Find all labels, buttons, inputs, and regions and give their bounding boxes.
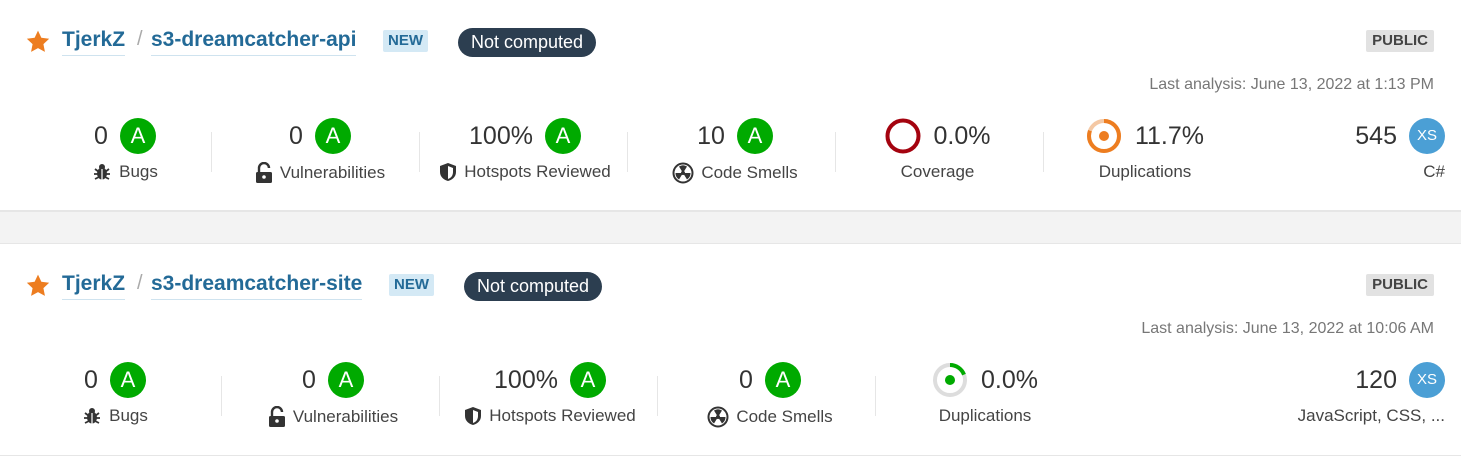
visibility-badge: PUBLIC bbox=[1366, 274, 1434, 296]
coverage-ring-icon bbox=[885, 118, 920, 154]
last-analysis-date: Last analysis: June 13, 2022 at 1:13 PM bbox=[1149, 76, 1434, 93]
size-metric[interactable]: 120 XS JavaScript, CSS, ... bbox=[1245, 360, 1445, 430]
hotspots-metric[interactable]: 100% A Hotspots Reviewed bbox=[430, 116, 620, 186]
vulnerabilities-value: 0 bbox=[289, 121, 303, 150]
bugs-metric[interactable]: 0A Bugs bbox=[40, 116, 210, 186]
bugs-value: 0 bbox=[84, 365, 98, 394]
breadcrumb-separator: / bbox=[137, 272, 143, 294]
project-card: TjerkZ / s3-dreamcatcher-site NEW Not co… bbox=[0, 243, 1461, 456]
metric-divider bbox=[1043, 132, 1044, 172]
hotspots-metric[interactable]: 100% A Hotspots Reviewed bbox=[455, 360, 645, 430]
vulnerabilities-rating: A bbox=[327, 362, 364, 398]
bugs-metric[interactable]: 0A Bugs bbox=[30, 360, 200, 430]
new-badge: NEW bbox=[383, 30, 428, 52]
code-smells-value: 10 bbox=[697, 121, 725, 150]
duplications-metric[interactable]: 0.0% Duplications bbox=[905, 360, 1065, 430]
lines-of-code-value: 545 bbox=[1355, 121, 1397, 150]
bugs-rating: A bbox=[119, 118, 156, 154]
metric-divider bbox=[657, 376, 658, 416]
bugs-rating: A bbox=[109, 362, 146, 398]
quality-gate-status: Not computed bbox=[464, 272, 603, 301]
code-smells-rating: A bbox=[736, 118, 773, 154]
card-gap bbox=[0, 211, 1461, 243]
bug-icon bbox=[94, 164, 111, 180]
metric-divider bbox=[419, 132, 420, 172]
code-smells-label: Code Smells bbox=[736, 407, 833, 426]
shield-icon bbox=[440, 163, 457, 181]
coverage-label: Coverage bbox=[900, 162, 975, 181]
bugs-value: 0 bbox=[94, 121, 108, 150]
new-badge: NEW bbox=[389, 274, 434, 296]
metric-divider bbox=[835, 132, 836, 172]
code-smells-rating: A bbox=[764, 362, 801, 398]
shield-icon bbox=[465, 407, 482, 425]
code-smells-value: 0 bbox=[739, 365, 753, 394]
duplications-ring-icon bbox=[1086, 119, 1121, 153]
duplications-label: Duplications bbox=[1098, 162, 1192, 181]
vulnerabilities-metric[interactable]: 0A Vulnerabilities bbox=[248, 360, 418, 430]
metric-divider bbox=[439, 376, 440, 416]
code-smells-label: Code Smells bbox=[701, 163, 798, 182]
duplications-ring-icon bbox=[933, 363, 967, 397]
vulnerabilities-rating: A bbox=[314, 118, 351, 154]
duplications-label: Duplications bbox=[938, 406, 1032, 425]
duplications-value: 11.7% bbox=[1134, 121, 1205, 150]
quality-gate-status: Not computed bbox=[458, 28, 597, 57]
languages-label: C# bbox=[1423, 162, 1445, 181]
languages-label: JavaScript, CSS, ... bbox=[1297, 406, 1445, 425]
lines-of-code-value: 120 bbox=[1355, 365, 1397, 394]
vulnerabilities-value: 0 bbox=[302, 365, 316, 394]
project-name-link[interactable]: s3-dreamcatcher-api bbox=[151, 27, 357, 56]
coverage-metric[interactable]: 0.0% Coverage bbox=[855, 116, 1020, 186]
visibility-badge: PUBLIC bbox=[1366, 30, 1434, 52]
favorite-star-icon[interactable] bbox=[24, 273, 52, 299]
metric-divider bbox=[627, 132, 628, 172]
code-smells-metric[interactable]: 0A Code Smells bbox=[685, 360, 855, 430]
radiation-icon bbox=[672, 162, 694, 184]
breadcrumb-separator: / bbox=[137, 28, 143, 50]
hotspots-value: 100% bbox=[469, 121, 533, 150]
hotspots-rating: A bbox=[569, 362, 606, 398]
vulnerabilities-label: Vulnerabilities bbox=[292, 407, 399, 426]
last-analysis-date: Last analysis: June 13, 2022 at 10:06 AM bbox=[1141, 320, 1434, 337]
coverage-value: 0.0% bbox=[933, 121, 991, 150]
vulnerabilities-label: Vulnerabilities bbox=[279, 163, 386, 182]
size-rating-badge: XS bbox=[1409, 118, 1445, 154]
favorite-star-icon[interactable] bbox=[24, 29, 52, 55]
hotspots-value: 100% bbox=[494, 365, 558, 394]
vulnerabilities-metric[interactable]: 0A Vulnerabilities bbox=[235, 116, 405, 186]
duplications-value: 0.0% bbox=[981, 365, 1038, 394]
bug-icon bbox=[84, 408, 101, 424]
unlocked-padlock-icon bbox=[268, 406, 285, 427]
metric-divider bbox=[221, 376, 222, 416]
project-card: TjerkZ / s3-dreamcatcher-api NEW Not com… bbox=[0, 0, 1461, 211]
code-smells-metric[interactable]: 10 A Code Smells bbox=[650, 116, 820, 186]
size-rating-badge: XS bbox=[1409, 362, 1445, 398]
project-name-link[interactable]: s3-dreamcatcher-site bbox=[151, 271, 363, 300]
bugs-label: Bugs bbox=[109, 406, 148, 425]
project-owner-link[interactable]: TjerkZ bbox=[62, 271, 126, 300]
unlocked-padlock-icon bbox=[255, 162, 272, 183]
metric-divider bbox=[211, 132, 212, 172]
bugs-label: Bugs bbox=[119, 162, 158, 181]
hotspots-label: Hotspots Reviewed bbox=[489, 406, 636, 425]
radiation-icon bbox=[707, 406, 729, 428]
metric-divider bbox=[875, 376, 876, 416]
size-metric[interactable]: 545 XS C# bbox=[1270, 116, 1445, 186]
project-owner-link[interactable]: TjerkZ bbox=[62, 27, 126, 56]
hotspots-rating: A bbox=[544, 118, 581, 154]
hotspots-label: Hotspots Reviewed bbox=[464, 162, 611, 181]
duplications-metric[interactable]: 11.7% Duplications bbox=[1065, 116, 1225, 186]
